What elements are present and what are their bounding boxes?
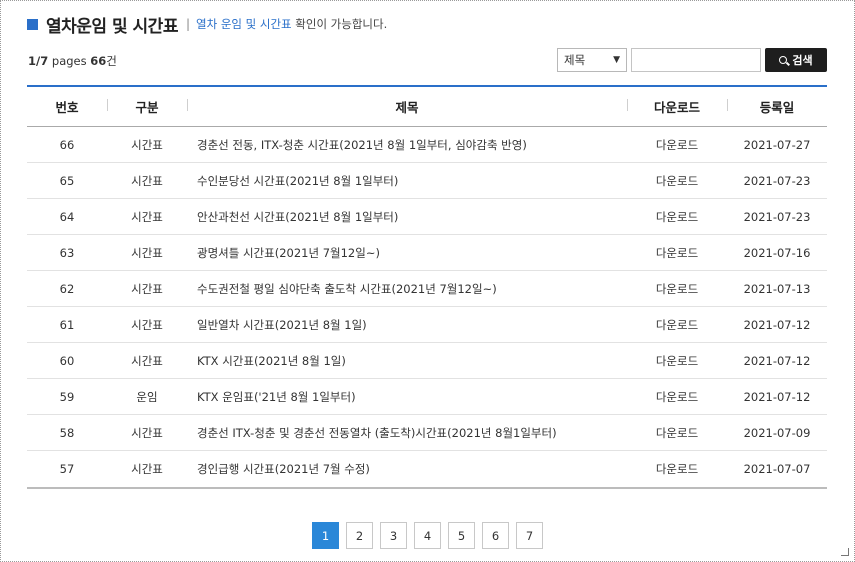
row-title-link[interactable]: 수도권전철 평일 심야단축 출도착 시간표(2021년 7월12일~) (187, 281, 627, 297)
row-date: 2021-07-07 (743, 462, 811, 476)
table-row: 57 시간표 경인급행 시간표(2021년 7월 수정) 다운로드 2021-07-07 (27, 451, 827, 487)
board-table: 번호 구분 제목 다운로드 등록일 66 시간표 경춘선 전동, ITX-청춘 시간… (27, 85, 827, 489)
row-title-link[interactable]: 경춘선 전동, ITX-청춘 시간표(2021년 8월 1일부터, 심야감축 반… (187, 137, 627, 153)
table-row: 64 시간표 안산과천선 시간표(2021년 8월 1일부터) 다운로드 2021-07… (27, 199, 827, 235)
row-date: 2021-07-12 (743, 353, 811, 368)
row-download-link[interactable]: 다운로드 (627, 245, 727, 261)
row-number: 61 (59, 317, 75, 332)
row-number: 59 (59, 389, 75, 404)
search-button[interactable]: 검색 (765, 48, 827, 72)
table-row: 59 운임 KTX 운임표('21년 8월 1일부터) 다운로드 2021-07-12 (27, 379, 827, 415)
row-download-link[interactable]: 다운로드 (627, 425, 727, 441)
total-count: 66 (90, 54, 107, 68)
row-title-link[interactable]: 경춘선 ITX-청춘 및 경춘선 전동열차 (출도착)시간표(2021년 8월1… (187, 425, 627, 441)
table-row: 62 시간표 수도권전철 평일 심야단축 출도착 시간표(2021년 7월12일~)… (27, 271, 827, 307)
row-number: 60 (59, 353, 75, 368)
subtitle-highlight: 열차 운임 및 시간표 (196, 17, 292, 31)
row-download-link[interactable]: 다운로드 (627, 281, 727, 297)
resize-corner-icon (841, 548, 849, 556)
row-category: 시간표 (131, 353, 163, 368)
table-row: 63 시간표 광명셔틀 시간표(2021년 7월12일~) 다운로드 2021-07-1… (27, 235, 827, 271)
page-button-3[interactable]: 3 (380, 522, 407, 549)
page-button-1[interactable]: 1 (312, 522, 339, 549)
row-title-link[interactable]: KTX 시간표(2021년 8월 1일) (187, 353, 627, 369)
table-row: 58 시간표 경춘선 ITX-청춘 및 경춘선 전동열차 (출도착)시간표(2021… (27, 415, 827, 451)
row-number: 58 (59, 425, 75, 440)
row-category: 시간표 (131, 425, 163, 440)
row-download-link[interactable]: 다운로드 (627, 317, 727, 333)
row-category: 시간표 (131, 245, 163, 260)
row-number: 63 (59, 245, 75, 260)
row-category: 시간표 (131, 462, 163, 476)
row-download-link[interactable]: 다운로드 (627, 137, 727, 153)
row-category: 시간표 (131, 317, 163, 332)
page-button-4[interactable]: 4 (414, 522, 441, 549)
row-download-link[interactable]: 다운로드 (627, 389, 727, 405)
subtitle-text: 확인이 가능합니다. (291, 17, 388, 31)
row-title-link[interactable]: 경인급행 시간표(2021년 7월 수정) (187, 461, 627, 477)
pages-label: pages (48, 54, 91, 68)
current-page: 1 (28, 54, 37, 68)
table-row: 65 시간표 수인분당선 시간표(2021년 8월 1일부터) 다운로드 2021-07… (27, 163, 827, 199)
pagination: 1234567 (312, 522, 550, 549)
title-bullet-icon (27, 18, 38, 30)
row-title-link[interactable]: KTX 운임표('21년 8월 1일부터) (187, 389, 627, 405)
page-button-6[interactable]: 6 (482, 522, 509, 549)
row-date: 2021-07-09 (743, 425, 811, 440)
search-field-value: 제목 (564, 53, 586, 67)
search-button-label: 검색 (792, 54, 813, 67)
row-date: 2021-07-12 (743, 389, 811, 404)
row-date: 2021-07-16 (743, 245, 811, 260)
table-row: 61 시간표 일반열차 시간표(2021년 8월 1일) 다운로드 2021-07-12 (27, 307, 827, 343)
row-category: 시간표 (131, 281, 163, 296)
table-row: 60 시간표 KTX 시간표(2021년 8월 1일) 다운로드 2021-07-12 (27, 343, 827, 379)
row-title-link[interactable]: 일반열차 시간표(2021년 8월 1일) (187, 317, 627, 333)
row-category: 시간표 (131, 209, 163, 224)
table-header: 번호 구분 제목 다운로드 등록일 (27, 87, 827, 127)
column-header-date: 등록일 (727, 97, 827, 116)
row-download-link[interactable]: 다운로드 (627, 209, 727, 225)
page-button-2[interactable]: 2 (346, 522, 373, 549)
page-button-7[interactable]: 7 (516, 522, 543, 549)
row-title-link[interactable]: 안산과천선 시간표(2021년 8월 1일부터) (187, 209, 627, 225)
column-header-number: 번호 (55, 100, 79, 115)
page-count-info: 1/7 pages 66건 (28, 53, 117, 69)
row-number: 66 (59, 137, 75, 152)
row-category: 운임 (136, 389, 158, 404)
row-number: 57 (59, 462, 75, 476)
row-download-link[interactable]: 다운로드 (627, 353, 727, 369)
row-date: 2021-07-12 (743, 317, 811, 332)
row-number: 65 (59, 173, 75, 188)
row-download-link[interactable]: 다운로드 (627, 173, 727, 189)
search-field-select[interactable]: 제목 ▼ (557, 48, 627, 72)
column-header-download: 다운로드 (627, 97, 727, 116)
page-title: 열차운임 및 시간표 (46, 16, 178, 37)
column-header-title: 제목 (187, 97, 627, 116)
content-frame: 열차운임 및 시간표 | 열차 운임 및 시간표 확인이 가능합니다. 1/7 … (0, 0, 855, 562)
row-download-link[interactable]: 다운로드 (627, 461, 727, 477)
row-date: 2021-07-27 (743, 137, 811, 152)
row-date: 2021-07-23 (743, 173, 811, 188)
table-row: 66 시간표 경춘선 전동, ITX-청춘 시간표(2021년 8월 1일부터, 심… (27, 127, 827, 163)
title-separator: | (185, 17, 191, 31)
table-body: 66 시간표 경춘선 전동, ITX-청춘 시간표(2021년 8월 1일부터, 심… (27, 127, 827, 487)
row-date: 2021-07-13 (743, 281, 811, 296)
row-number: 62 (59, 281, 75, 296)
search-icon (779, 56, 788, 64)
page-subtitle: 열차 운임 및 시간표 확인이 가능합니다. (196, 16, 387, 32)
search-input[interactable] (631, 48, 761, 72)
row-number: 64 (59, 209, 75, 224)
chevron-down-icon: ▼ (613, 55, 620, 65)
search-bar: 제목 ▼ 검색 (557, 48, 827, 72)
column-header-category: 구분 (107, 97, 187, 116)
page-header: 열차운임 및 시간표 | 열차 운임 및 시간표 확인이 가능합니다. (27, 11, 387, 37)
row-title-link[interactable]: 광명셔틀 시간표(2021년 7월12일~) (187, 245, 627, 261)
row-title-link[interactable]: 수인분당선 시간표(2021년 8월 1일부터) (187, 173, 627, 189)
row-category: 시간표 (131, 173, 163, 188)
row-category: 시간표 (131, 137, 163, 152)
page-button-5[interactable]: 5 (448, 522, 475, 549)
row-date: 2021-07-23 (743, 209, 811, 224)
count-unit: 건 (106, 54, 117, 68)
